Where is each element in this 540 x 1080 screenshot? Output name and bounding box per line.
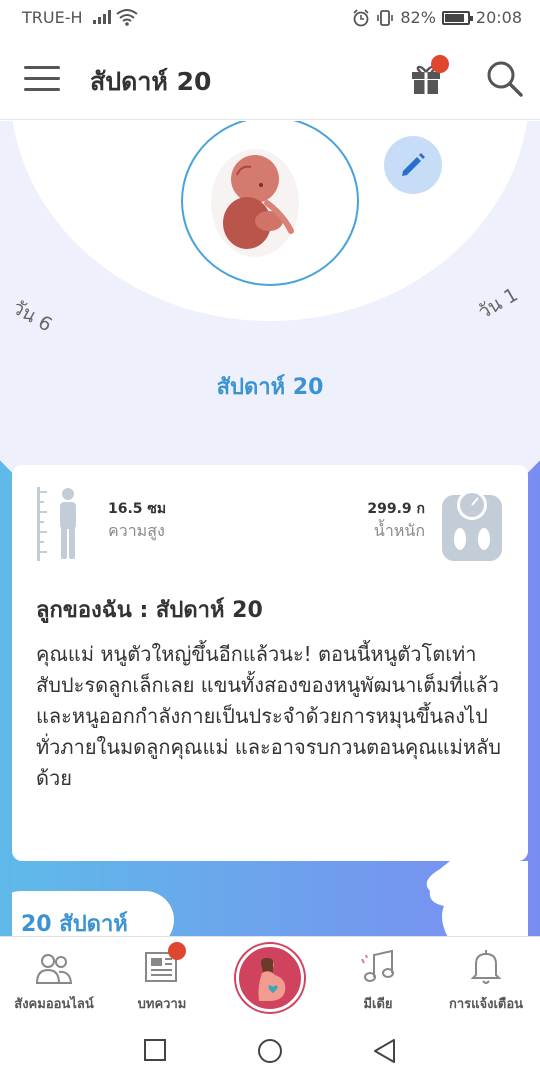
home-icon[interactable]	[257, 1038, 283, 1064]
bottom-nav: สังคมออนไลน์ บทความ มีเดีย การแจ้งเตือน	[0, 936, 540, 1020]
edit-button[interactable]	[384, 136, 442, 194]
week-hero: วัน 6 วัน 1 สัปดาห์ 20 16.5 ซม ความสูง 2…	[0, 121, 540, 936]
status-bar: TRUE-H 82% 20:08	[0, 0, 540, 36]
card-title: ลูกของฉัน : สัปดาห์ 20	[36, 598, 263, 623]
pregnancy-home-button[interactable]	[236, 944, 304, 1012]
nav-community[interactable]: สังคมออนไลน์	[0, 937, 108, 1021]
signal-icon	[93, 10, 111, 24]
clock: 20:08	[475, 8, 522, 27]
week-info-card: 16.5 ซม ความสูง 299.9 ก น้ำหนัก ลูกของฉั…	[12, 465, 528, 861]
head-silhouette-icon	[426, 861, 528, 936]
recents-icon[interactable]	[143, 1038, 167, 1062]
weight-value: 299.9 ก	[367, 501, 425, 517]
search-icon[interactable]	[484, 58, 524, 98]
battery-icon	[441, 10, 473, 25]
app-bar: สัปดาห์ 20	[0, 36, 540, 120]
system-nav-bar	[0, 1020, 540, 1080]
music-icon	[361, 949, 394, 982]
pregnancy-icon	[258, 957, 286, 1001]
weight-label: น้ำหนัก	[373, 521, 425, 540]
weight-scale-icon	[442, 490, 502, 561]
wifi-icon	[116, 9, 138, 26]
community-icon	[35, 954, 73, 984]
bell-icon	[470, 950, 502, 984]
card-text: คุณแม่ หนูตัวใหญ่ขึ้นอีกแล้วนะ! ตอนนี้หน…	[36, 642, 501, 790]
carrier-name: TRUE-H	[22, 8, 83, 27]
height-value: 16.5 ซม	[108, 501, 167, 517]
pencil-icon	[402, 153, 425, 176]
battery-percent: 82%	[400, 8, 436, 27]
nav-notifications[interactable]: การแจ้งเตือน	[432, 937, 540, 1021]
next-section-label: 20 สัปดาห์	[21, 912, 128, 936]
next-section-card[interactable]: 20 สัปดาห์	[12, 861, 528, 936]
alarm-icon	[353, 8, 369, 26]
nav-media-label: มีเดีย	[363, 997, 393, 1012]
nav-articles[interactable]: บทความ	[108, 937, 216, 1021]
nav-media[interactable]: มีเดีย	[324, 937, 432, 1021]
notification-badge	[431, 55, 449, 73]
back-icon[interactable]	[372, 1038, 396, 1064]
height-label: ความสูง	[108, 521, 165, 540]
menu-icon[interactable]	[24, 66, 60, 92]
height-ruler-icon	[37, 487, 76, 561]
fetus-image	[211, 149, 299, 257]
nav-community-label: สังคมออนไลน์	[14, 997, 94, 1012]
week-label: สัปดาห์ 20	[216, 375, 324, 400]
nav-notifications-label: การแจ้งเตือน	[448, 997, 524, 1012]
nav-articles-label: บทความ	[137, 997, 187, 1012]
page-title: สัปดาห์ 20	[90, 67, 212, 96]
articles-badge	[168, 942, 186, 960]
vibrate-icon	[377, 9, 394, 26]
